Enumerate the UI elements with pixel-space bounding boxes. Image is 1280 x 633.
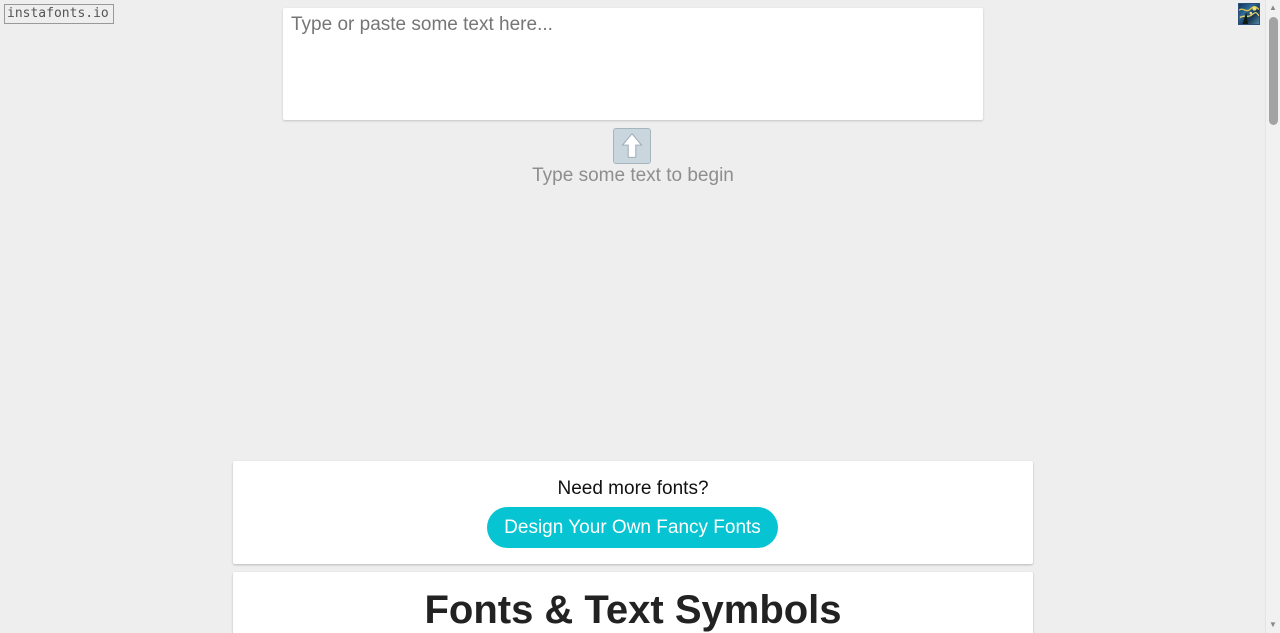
scroll-down-icon[interactable]: ▼ — [1268, 620, 1278, 630]
text-input[interactable] — [283, 8, 983, 120]
design-fancy-fonts-button[interactable]: Design Your Own Fancy Fonts — [487, 507, 778, 548]
vertical-scrollbar[interactable]: ▲ ▼ — [1265, 0, 1280, 633]
fonts-text-symbols-title: Fonts & Text Symbols — [424, 588, 842, 632]
scroll-up-icon[interactable]: ▲ — [1268, 3, 1278, 13]
hint-text: Type some text to begin — [532, 165, 734, 186]
starry-night-thumbnail-icon[interactable] — [1238, 3, 1260, 25]
up-arrow-icon — [613, 128, 651, 164]
site-link[interactable]: instafonts.io — [4, 4, 114, 24]
hint-area: Type some text to begin — [283, 128, 983, 192]
scroll-thumb[interactable] — [1269, 17, 1278, 125]
fonts-text-symbols-card: Fonts & Text Symbols — [233, 572, 1033, 633]
page: instafonts.io Type some text to begin Ne… — [0, 0, 1280, 633]
more-fonts-title: Need more fonts? — [557, 478, 709, 499]
more-fonts-card: Need more fonts? Design Your Own Fancy F… — [233, 461, 1033, 564]
